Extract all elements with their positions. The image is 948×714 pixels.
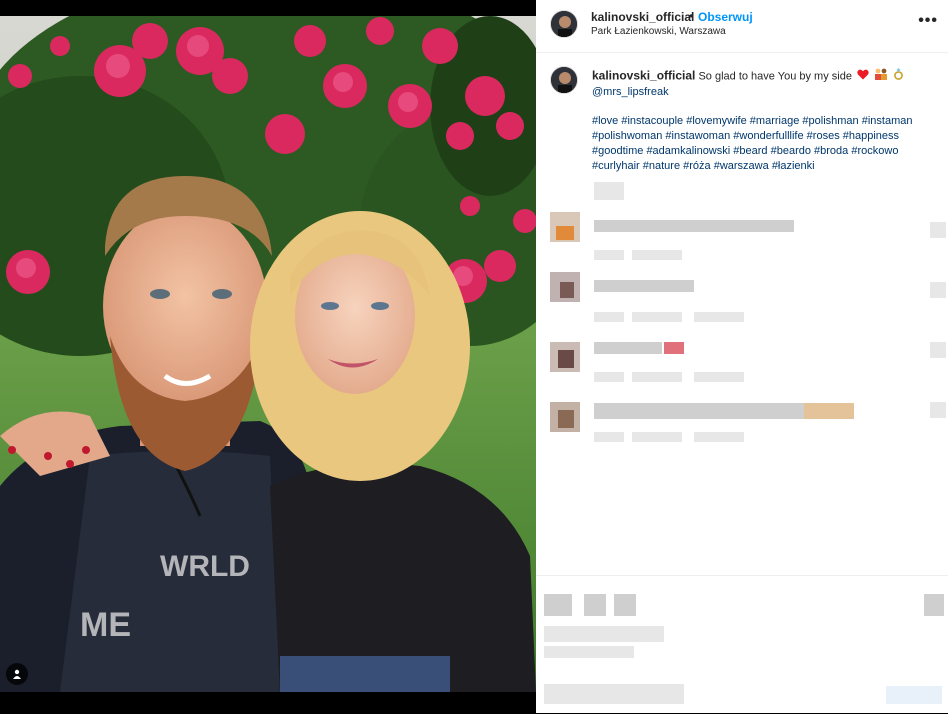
hashtag-link[interactable]: #rockowo xyxy=(851,145,898,157)
hashtag-link[interactable]: #broda xyxy=(814,145,848,157)
mention-link[interactable]: @mrs_lipsfreak xyxy=(592,86,669,98)
hashtag-link[interactable]: #nature xyxy=(643,160,680,172)
hashtag-link[interactable]: #marriage xyxy=(750,115,800,127)
hashtag-link[interactable]: #instawoman xyxy=(665,130,730,142)
ring-icon xyxy=(893,68,904,85)
post-image-pane: ME WRLD xyxy=(0,0,536,713)
hashtag-link[interactable]: #instacouple xyxy=(621,115,683,127)
post-header: kalinovski_official • Obserwuj Park Łazi… xyxy=(536,0,948,53)
svg-text:WRLD: WRLD xyxy=(160,550,250,583)
hashtag-link[interactable]: #polishman xyxy=(802,115,858,127)
post-sidebar: kalinovski_official • Obserwuj Park Łazi… xyxy=(536,0,948,713)
heart-icon xyxy=(857,69,869,85)
redacted-share-button[interactable] xyxy=(614,594,636,616)
redacted-likes-count xyxy=(544,626,664,642)
hashtag-link[interactable]: #happiness xyxy=(843,130,899,142)
hashtag-link[interactable]: #beardo xyxy=(771,145,811,157)
hashtag-link[interactable]: #polishwoman xyxy=(592,130,662,142)
hashtag-link[interactable]: #roses xyxy=(807,130,840,142)
follow-button[interactable]: Obserwuj xyxy=(698,10,753,24)
redacted-timestamp xyxy=(594,182,624,200)
hashtag-link[interactable]: #wonderfulllife xyxy=(733,130,803,142)
author-username[interactable]: kalinovski_official xyxy=(591,10,694,24)
caption-avatar[interactable] xyxy=(550,66,578,94)
redacted-comment-button[interactable] xyxy=(584,594,606,616)
hashtag-link[interactable]: #łazienki xyxy=(772,160,815,172)
separator-dot: • xyxy=(689,9,694,23)
user-tag-icon[interactable] xyxy=(6,663,28,685)
hashtag-link[interactable]: #róża xyxy=(683,160,711,172)
hashtag-link[interactable]: #lovemywife xyxy=(686,115,747,127)
redacted-post-button[interactable] xyxy=(886,686,942,704)
caption-text-block: kalinovski_official So glad to have You … xyxy=(592,68,932,174)
redacted-save-button[interactable] xyxy=(924,594,944,616)
redacted-date xyxy=(544,646,634,658)
author-avatar[interactable] xyxy=(550,10,578,38)
couple-icon xyxy=(874,68,888,85)
hashtag-link[interactable]: #warszawa xyxy=(714,160,769,172)
hashtag-link[interactable]: #love xyxy=(592,115,618,127)
hashtag-link[interactable]: #beard xyxy=(733,145,767,157)
svg-text:ME: ME xyxy=(80,606,131,644)
hashtag-link[interactable]: #adamkalinowski xyxy=(646,145,730,157)
hashtag-link[interactable]: #goodtime xyxy=(592,145,643,157)
hashtag-list: #love #instacouple #lovemywife #marriage… xyxy=(592,114,932,174)
more-options-icon[interactable]: ••• xyxy=(918,12,938,30)
caption-username[interactable]: kalinovski_official xyxy=(592,68,695,82)
redacted-comment-input[interactable] xyxy=(544,684,684,704)
caption-message: So glad to have You by my side xyxy=(698,70,852,83)
post-location[interactable]: Park Łazienkowski, Warszawa xyxy=(591,26,726,37)
hashtag-link[interactable]: #instaman xyxy=(862,115,913,127)
hashtag-link[interactable]: #curlyhair xyxy=(592,160,640,172)
post-footer xyxy=(536,575,948,714)
post-photo[interactable]: ME WRLD xyxy=(0,16,536,692)
redacted-like-button[interactable] xyxy=(544,594,572,616)
